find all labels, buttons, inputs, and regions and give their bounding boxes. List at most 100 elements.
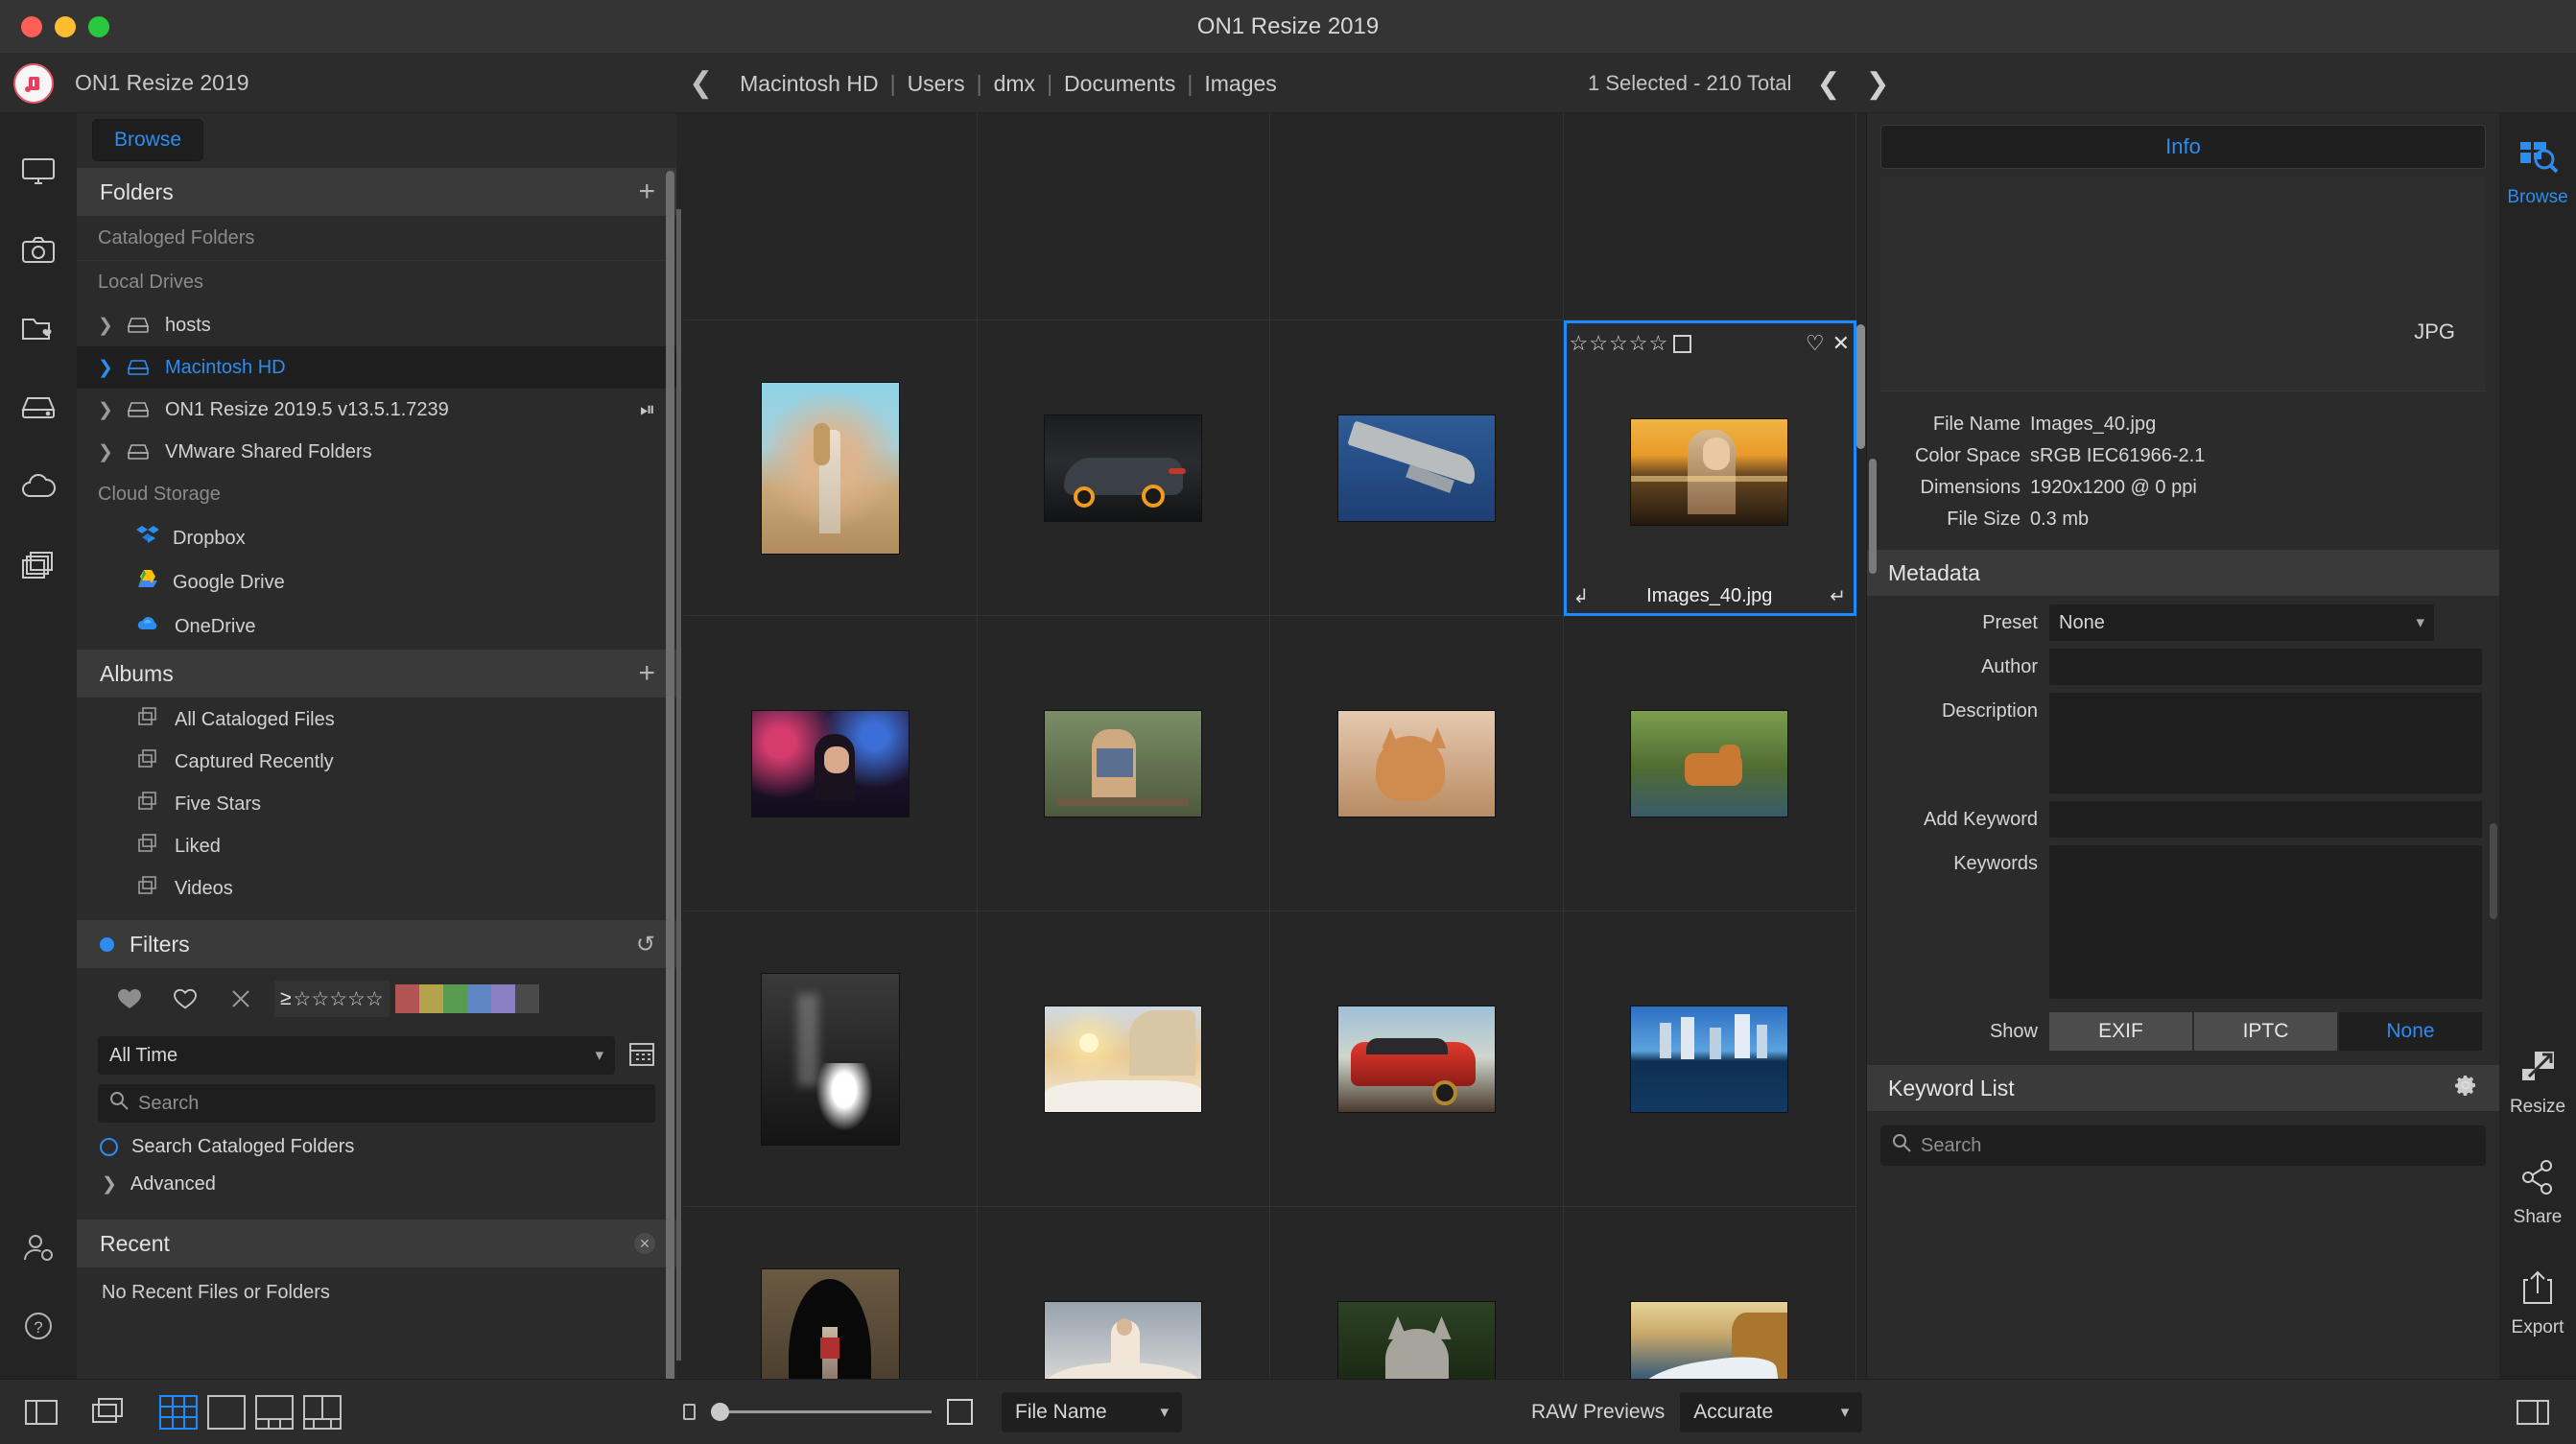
thumbnail-cell-t15[interactable]: [1270, 1207, 1564, 1379]
chevron-right-icon[interactable]: ❯: [98, 357, 113, 379]
star-4[interactable]: ☆: [1629, 331, 1648, 356]
sidebar-scrollbar-thumb[interactable]: [666, 171, 674, 1379]
folders-section-header[interactable]: Folders +: [77, 167, 676, 217]
reset-icon[interactable]: ↺: [636, 931, 655, 959]
cloud-row-google-drive[interactable]: Google Drive: [77, 560, 676, 604]
rating-star-4[interactable]: ☆: [347, 987, 366, 1011]
advanced-filters-toggle[interactable]: ❯ Advanced: [77, 1158, 676, 1209]
thumbnail-cell-t4-selected[interactable]: ☆ ☆ ☆ ☆ ☆ ♡ ✕: [1564, 320, 1857, 616]
single-view-icon[interactable]: [207, 1395, 246, 1430]
cloud-row-dropbox[interactable]: Dropbox: [77, 516, 676, 560]
thumbnail-rating[interactable]: ☆ ☆ ☆ ☆ ☆: [1570, 331, 1692, 356]
thumbnail-cell-t3[interactable]: [1270, 320, 1564, 616]
next-image-icon[interactable]: ❯: [1866, 67, 1890, 101]
rating-star-1[interactable]: ☆: [294, 987, 312, 1011]
heart-outline-icon[interactable]: ♡: [1806, 331, 1825, 356]
drive-icon[interactable]: [18, 388, 59, 428]
thumbnail-cell-t11[interactable]: [1270, 911, 1564, 1207]
thumbnail-cell-t16[interactable]: [1564, 1207, 1857, 1379]
map-view-icon[interactable]: [303, 1395, 342, 1430]
user-settings-icon[interactable]: [18, 1227, 59, 1267]
description-field[interactable]: [2049, 693, 2482, 793]
rating-star-3[interactable]: ☆: [329, 987, 347, 1011]
show-exif-button[interactable]: EXIF: [2049, 1012, 2192, 1051]
rotate-left-icon[interactable]: ↲: [1573, 584, 1590, 608]
chevron-right-icon[interactable]: ❯: [98, 315, 113, 337]
breadcrumb-item-3[interactable]: Documents: [1052, 71, 1187, 97]
rail-item-resize[interactable]: Resize: [2510, 1048, 2565, 1118]
filter-search-input[interactable]: Search: [98, 1084, 655, 1123]
album-row-all-cataloged-files[interactable]: All Cataloged Files: [77, 698, 676, 741]
heart-filled-icon[interactable]: [102, 987, 157, 1010]
thumbnail-cell-t6[interactable]: [978, 616, 1271, 911]
keywords-field[interactable]: [2049, 845, 2482, 999]
album-row-videos[interactable]: Videos: [77, 867, 676, 910]
recent-section-header[interactable]: Recent ✕: [77, 1219, 676, 1268]
breadcrumb-item-2[interactable]: dmx: [982, 71, 1047, 97]
grid-left-scroll-indicator[interactable]: [676, 209, 681, 1361]
star-3[interactable]: ☆: [1609, 331, 1628, 356]
chevron-right-icon[interactable]: ❯: [98, 441, 113, 463]
toggle-right-panel-icon[interactable]: [2515, 1396, 2551, 1429]
grid-cell[interactable]: [978, 113, 1271, 320]
rail-item-export[interactable]: Export: [2512, 1268, 2564, 1338]
color-swatch-none[interactable]: [515, 984, 539, 1013]
thumbnail-cell-t2[interactable]: [978, 320, 1271, 616]
layers-icon[interactable]: [18, 545, 59, 585]
star-5[interactable]: ☆: [1648, 331, 1667, 356]
sort-select[interactable]: File Name ▾: [1002, 1392, 1182, 1432]
color-swatch-blue[interactable]: [467, 984, 491, 1013]
breadcrumb-item-1[interactable]: Users: [896, 71, 977, 97]
filmstrip-icon[interactable]: [88, 1395, 127, 1430]
thumbnail-size-slider-knob[interactable]: [711, 1403, 729, 1421]
thumbnail-cell-t9[interactable]: [684, 911, 978, 1207]
keyword-list-section-header[interactable]: Keyword List: [1867, 1064, 2499, 1112]
grid-view-icon[interactable]: [159, 1395, 198, 1430]
thumbnail-cell-t13[interactable]: [684, 1207, 978, 1379]
breadcrumb-item-0[interactable]: Macintosh HD: [728, 71, 889, 97]
drive-row-macintosh-hd[interactable]: ❯ Macintosh HD: [77, 346, 676, 389]
x-icon[interactable]: ✕: [1832, 331, 1850, 356]
add-album-plus-icon[interactable]: +: [638, 659, 655, 688]
filters-section-header[interactable]: Filters ↺: [77, 919, 676, 969]
folder-heart-icon[interactable]: [18, 309, 59, 349]
color-label-swatch[interactable]: [1673, 335, 1691, 353]
grid-cell[interactable]: [1564, 113, 1857, 320]
grid-scrollbar-thumb[interactable]: [1856, 324, 1865, 449]
raw-previews-select[interactable]: Accurate ▾: [1680, 1392, 1862, 1432]
drive-row-on1-resize[interactable]: ❯ ON1 Resize 2019.5 v13.5.1.7239 ⏯: [77, 389, 676, 431]
color-label-filter[interactable]: [395, 984, 539, 1013]
heart-outline-icon[interactable]: [157, 987, 213, 1010]
thumbnail-cell-t1[interactable]: [684, 320, 978, 616]
grid-cell[interactable]: [684, 113, 978, 320]
thumbnail-size-slider[interactable]: [711, 1410, 932, 1413]
time-filter-select[interactable]: All Time ▾: [98, 1036, 615, 1075]
breadcrumb-back-icon[interactable]: ❮: [689, 69, 713, 98]
inspector-scrollbar-thumb[interactable]: [1869, 459, 1877, 574]
chevron-right-icon[interactable]: ❯: [98, 399, 113, 421]
thumbnail-cell-t10[interactable]: [978, 911, 1271, 1207]
rating-star-2[interactable]: ☆: [311, 987, 329, 1011]
cloud-row-onedrive[interactable]: OneDrive: [77, 604, 676, 649]
monitor-icon[interactable]: [18, 152, 59, 192]
rating-operator[interactable]: ≥: [280, 987, 292, 1010]
browse-tab-button[interactable]: Browse: [92, 119, 203, 161]
rating-star-5[interactable]: ☆: [366, 987, 384, 1011]
color-swatch-purple[interactable]: [491, 984, 515, 1013]
radio-icon[interactable]: [100, 1138, 118, 1156]
camera-icon[interactable]: [18, 230, 59, 271]
preset-select[interactable]: None ▾: [2049, 604, 2434, 641]
info-tab-button[interactable]: Info: [1880, 125, 2486, 169]
close-circle-icon[interactable]: ✕: [634, 1233, 655, 1254]
add-keyword-field[interactable]: [2049, 801, 2482, 838]
album-row-captured-recently[interactable]: Captured Recently: [77, 741, 676, 783]
author-field[interactable]: [2049, 649, 2482, 685]
albums-section-header[interactable]: Albums +: [77, 649, 676, 698]
cloud-icon[interactable]: [18, 466, 59, 507]
rotate-right-icon[interactable]: ↵: [1830, 584, 1846, 608]
drive-row-hosts[interactable]: ❯ hosts: [77, 304, 676, 346]
toggle-left-panel-icon[interactable]: [23, 1396, 59, 1429]
x-icon[interactable]: [213, 987, 269, 1010]
help-icon[interactable]: ?: [18, 1306, 59, 1346]
gear-icon[interactable]: [2453, 1073, 2478, 1103]
